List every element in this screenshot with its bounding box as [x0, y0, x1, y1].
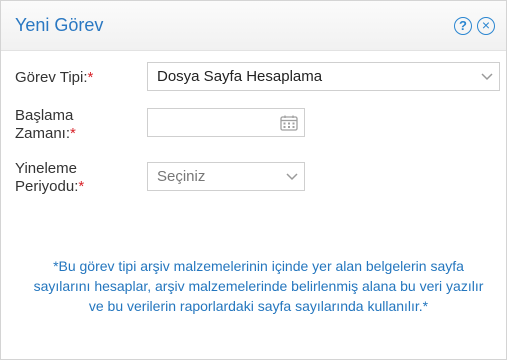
calendar-icon[interactable] — [280, 115, 298, 131]
new-task-dialog: Yeni Görev ? × Görev Tipi:* Dosya Sayfa … — [0, 0, 507, 360]
required-mark: * — [87, 69, 94, 86]
task-type-label-text: Görev Tipi: — [15, 69, 88, 86]
start-time-label-line2: Zamanı: — [15, 125, 71, 142]
dialog-title: Yeni Görev — [15, 15, 104, 35]
repeat-period-label-line1: Yineleme — [15, 160, 77, 177]
required-mark: * — [78, 178, 85, 195]
repeat-period-label-line2: Periyodu: — [15, 178, 79, 195]
start-time-input[interactable] — [147, 108, 305, 137]
chevron-down-icon — [481, 73, 493, 81]
start-time-label: Başlama Zamanı:* — [15, 107, 76, 143]
start-time-label-line1: Başlama — [15, 107, 74, 124]
help-icon[interactable]: ? — [454, 17, 472, 35]
repeat-period-label: Yineleme Periyodu:* — [15, 160, 84, 196]
task-type-info-text: *Bu görev tipi arşiv malzemelerinin için… — [33, 258, 484, 314]
task-type-value: Dosya Sayfa Hesaplama — [157, 68, 323, 85]
chevron-down-icon — [286, 173, 298, 181]
repeat-period-select[interactable]: Seçiniz — [147, 162, 305, 191]
task-type-label: Görev Tipi:* — [15, 69, 93, 87]
repeat-period-value: Seçiniz — [157, 168, 206, 185]
task-type-select[interactable]: Dosya Sayfa Hesaplama — [147, 62, 500, 91]
required-mark: * — [70, 125, 76, 142]
close-icon[interactable]: × — [477, 17, 495, 35]
dialog-titlebar: Yeni Görev ? × — [1, 1, 506, 51]
